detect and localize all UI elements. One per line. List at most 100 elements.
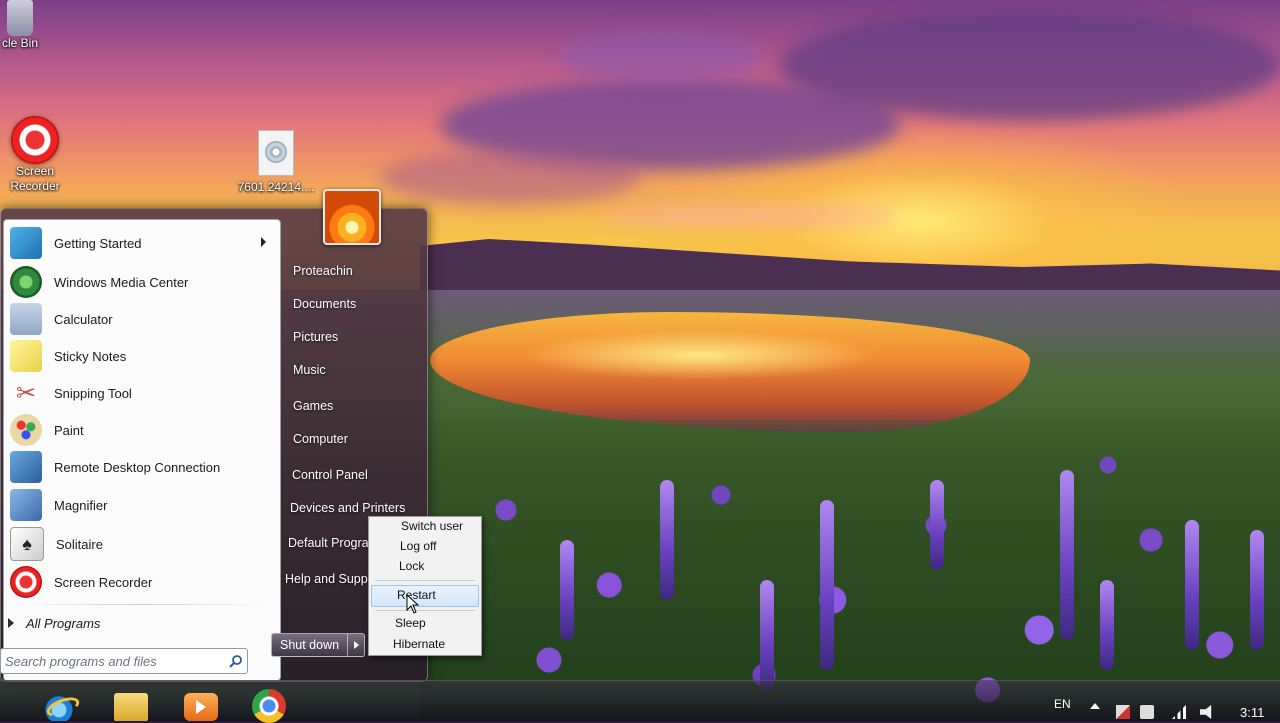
search-input[interactable] [1, 652, 225, 670]
start-link-computer[interactable]: Computer [293, 432, 348, 446]
chrome-icon[interactable] [252, 689, 286, 723]
file-explorer-icon[interactable] [114, 693, 148, 721]
volume-icon[interactable] [1200, 705, 1212, 719]
sticky-notes-icon [10, 340, 42, 372]
start-link-games[interactable]: Games [293, 399, 333, 413]
program-paint[interactable]: Paint [10, 413, 272, 447]
wallpaper-flower [1250, 530, 1264, 650]
menu-divider [14, 604, 268, 605]
action-center-flag-icon[interactable] [1116, 705, 1130, 719]
remote-desktop-icon [10, 451, 42, 483]
wallpaper-lake-reflection [520, 330, 880, 380]
start-link-music[interactable]: Music [293, 363, 326, 377]
shutdown-button[interactable]: Shut down [271, 633, 349, 657]
menu-divider [375, 580, 475, 581]
tray-app-icon[interactable] [1140, 705, 1154, 719]
start-link-default-programs[interactable]: Default Program [288, 536, 379, 550]
shutdown-options-arrow[interactable] [348, 633, 366, 657]
program-calculator[interactable]: Calculator [10, 302, 272, 336]
desktop-icon-label: cle Bin [1, 36, 39, 50]
submenu-arrow-icon [261, 237, 266, 247]
disc-image-file-icon [258, 130, 294, 176]
show-hidden-icons-icon[interactable] [1090, 703, 1100, 709]
wallpaper-flower [1185, 520, 1199, 650]
recycle-bin-icon [7, 0, 33, 36]
program-screen-recorder[interactable]: Screen Recorder [10, 565, 272, 599]
search-icon[interactable] [225, 650, 247, 672]
internet-explorer-icon[interactable] [42, 693, 76, 721]
program-label: Calculator [54, 311, 113, 327]
program-label: Magnifier [54, 497, 108, 513]
all-programs-label: All Programs [26, 615, 101, 631]
screen-recorder-icon [10, 566, 42, 598]
menu-item-lock[interactable]: Lock [399, 559, 424, 573]
taskbar: EN 3:11 [0, 680, 1280, 723]
desktop-icon-disc-image[interactable]: 7601.24214.... [236, 130, 316, 195]
all-programs-arrow-icon [8, 618, 14, 628]
program-label: Paint [54, 422, 84, 438]
network-icon[interactable] [1172, 705, 1186, 719]
menu-item-hibernate[interactable]: Hibernate [393, 637, 445, 651]
program-label: Remote Desktop Connection [54, 459, 221, 475]
wallpaper-flower [760, 580, 774, 690]
start-search-box[interactable] [0, 648, 248, 674]
program-label: Solitaire [56, 536, 103, 552]
program-label: Snipping Tool [54, 385, 132, 401]
wallpaper-flowers [420, 420, 1280, 720]
all-programs-button[interactable]: All Programs [8, 610, 272, 636]
start-link-pictures[interactable]: Pictures [293, 330, 338, 344]
shutdown-options-menu: Switch user Log off Lock Restart Sleep H… [368, 516, 482, 656]
wallpaper-flower [1100, 580, 1114, 670]
taskbar-clock[interactable]: 3:11 [1240, 705, 1264, 720]
start-menu: Getting Started Windows Media Center Cal… [0, 189, 428, 682]
wallpaper-cloud [380, 150, 640, 205]
paint-icon [10, 414, 42, 446]
start-menu-programs-pane: Getting Started Windows Media Center Cal… [0, 219, 281, 681]
shutdown-button-group: Shut down [271, 633, 371, 657]
start-link-control-panel[interactable]: Control Panel [292, 468, 368, 482]
language-indicator[interactable]: EN [1054, 697, 1071, 711]
program-snipping-tool[interactable]: ✂ Snipping Tool [10, 376, 272, 410]
windows-media-center-icon [10, 266, 42, 298]
wallpaper-flower [930, 480, 944, 570]
chevron-right-icon [353, 641, 359, 649]
program-getting-started[interactable]: Getting Started [10, 226, 272, 260]
start-link-documents[interactable]: Documents [293, 297, 356, 311]
program-sticky-notes[interactable]: Sticky Notes [10, 339, 272, 373]
program-label: Screen Recorder [54, 574, 153, 590]
magnifier-icon [10, 489, 42, 521]
program-solitaire[interactable]: ♠ Solitaire [10, 527, 272, 561]
desktop-icon-screen-recorder[interactable]: Screen Recorder [0, 116, 70, 194]
start-link-help-support[interactable]: Help and Suppor [285, 572, 379, 586]
desktop-icon-recycle-bin[interactable]: cle Bin [0, 0, 60, 51]
shutdown-label: Shut down [280, 638, 340, 652]
program-label: Sticky Notes [54, 348, 127, 364]
wallpaper-cloud [560, 30, 760, 80]
getting-started-icon [10, 227, 42, 259]
screen-recorder-icon [11, 116, 59, 164]
wallpaper-flower [560, 540, 574, 640]
program-remote-desktop[interactable]: Remote Desktop Connection [10, 450, 272, 484]
start-link-devices-printers[interactable]: Devices and Printers [290, 501, 405, 515]
menu-item-switch-user[interactable]: Switch user [401, 519, 463, 533]
program-label: Windows Media Center [54, 274, 189, 290]
user-picture-icon[interactable] [323, 189, 381, 245]
desktop-icon-label: Screen Recorder [10, 164, 60, 193]
wallpaper-cloud [600, 205, 900, 227]
calculator-icon [10, 303, 42, 335]
mouse-pointer-icon [406, 593, 420, 619]
program-magnifier[interactable]: Magnifier [10, 488, 272, 522]
program-label: Getting Started [54, 235, 142, 251]
wallpaper-cloud [780, 10, 1280, 120]
menu-item-log-off[interactable]: Log off [400, 539, 436, 553]
menu-divider [375, 610, 475, 611]
desktop-icon-label: 7601.24214.... [237, 180, 315, 194]
solitaire-icon: ♠ [10, 527, 44, 561]
start-link-user-folder[interactable]: Proteachin [293, 264, 353, 278]
wallpaper-flower [1060, 470, 1074, 640]
program-windows-media-center[interactable]: Windows Media Center [10, 265, 272, 299]
snipping-tool-icon: ✂ [15, 379, 37, 407]
media-player-icon[interactable] [184, 693, 218, 721]
wallpaper-flower [660, 480, 674, 600]
wallpaper-flower [820, 500, 834, 670]
